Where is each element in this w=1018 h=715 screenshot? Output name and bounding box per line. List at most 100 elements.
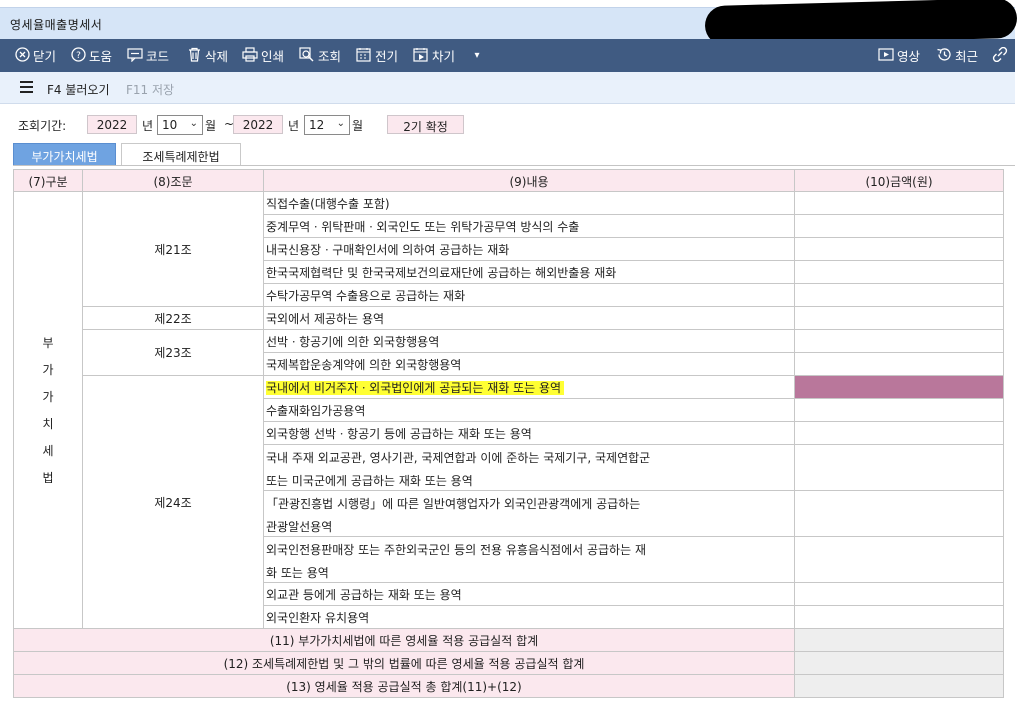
content-row: 외국인환자 유치용역 — [263, 605, 795, 629]
category-char: 가 — [42, 363, 54, 377]
content-row: 「관광진흥법 시행령」에 따른 일반여행업자가 외국인관광객에게 공급하는 관광… — [263, 490, 795, 537]
to-month-select[interactable]: 12 ⌄ — [304, 115, 350, 135]
help-label: 도움 — [89, 49, 113, 64]
amount-input-selected[interactable] — [794, 375, 1004, 399]
video-label: 영상 — [897, 49, 921, 64]
article-24: 제24조 — [82, 375, 264, 629]
amount-input[interactable] — [794, 490, 1004, 537]
category-char: 법 — [42, 471, 54, 485]
header-content: (9)내용 — [263, 169, 795, 192]
transfer-icon — [356, 47, 372, 65]
total-row-12-label: (12) 조세특례제한법 및 그 밖의 법률에 따른 영세율 적용 공급실적 합… — [13, 651, 795, 675]
code-label: 코드 — [146, 49, 170, 64]
content-row: 국내 주재 외교공관, 영사기관, 국제연합과 이에 준하는 국제기구, 국제연… — [263, 444, 795, 491]
article-23: 제23조 — [82, 329, 264, 376]
content-row: 수탁가공무역 수출용으로 공급하는 재화 — [263, 283, 795, 307]
tab-divider — [13, 165, 1015, 166]
article-21: 제21조 — [82, 191, 264, 307]
content-row: 직접수출(대행수출 포함) — [263, 191, 795, 215]
help-button[interactable]: ? 도움 — [70, 39, 112, 72]
amount-input[interactable] — [794, 352, 1004, 376]
year-unit: 년 — [142, 119, 154, 133]
chevron-down-icon: ▾ — [474, 49, 480, 61]
to-year-input[interactable]: 2022 — [233, 115, 283, 134]
search-button[interactable]: 조회 — [299, 39, 341, 72]
content-row: 수출재화임가공용역 — [263, 398, 795, 422]
amount-input[interactable] — [794, 398, 1004, 422]
more-dropdown[interactable]: ▾ — [469, 39, 485, 72]
menu-icon[interactable] — [20, 81, 33, 93]
amount-input[interactable] — [794, 605, 1004, 629]
category-label: 부 가 가 치 세 법 — [42, 334, 53, 486]
toolbar: 닫기 ? 도움 코드 삭제 인쇄 조회 전기 차기 ▾ 영상 최근 — [0, 39, 1015, 72]
amount-input[interactable] — [794, 306, 1004, 330]
print-label: 인쇄 — [261, 49, 285, 64]
close-button[interactable]: 닫기 — [14, 39, 56, 72]
content-row-highlighted: 국내에서 비거주자ㆍ외국법인에게 공급되는 재화 또는 용역 — [263, 375, 795, 399]
load-button[interactable]: F4 불러오기 — [47, 81, 110, 98]
print-icon — [242, 46, 258, 65]
category-char: 부 — [42, 336, 54, 350]
delete-label: 삭제 — [205, 49, 229, 64]
print-button[interactable]: 인쇄 — [242, 39, 284, 72]
next-icon — [413, 47, 429, 65]
amount-input[interactable] — [794, 329, 1004, 353]
amount-input[interactable] — [794, 582, 1004, 606]
month-unit: 월 — [205, 119, 217, 133]
content-row: 중계무역ㆍ위탁판매ㆍ외국인도 또는 위탁가공무역 방식의 수출 — [263, 214, 795, 238]
chevron-down-icon: ⌄ — [189, 118, 198, 129]
amount-input[interactable] — [794, 283, 1004, 307]
window-title: 영세율매출명세서 — [10, 18, 103, 32]
code-icon — [127, 47, 143, 65]
amount-input[interactable] — [794, 536, 1004, 583]
close-label: 닫기 — [33, 49, 57, 64]
category-char: 치 — [42, 417, 54, 431]
header-category: (7)구분 — [13, 169, 83, 192]
content-row: 외국항행 선박ㆍ항공기 등에 공급하는 재화 또는 용역 — [263, 421, 795, 445]
header-article: (8)조문 — [82, 169, 264, 192]
period-filter: 조회기간: 2022 년 10 ⌄ 월 ~ 2022 년 12 ⌄ 월 2기 확… — [0, 115, 1015, 135]
previous-period-button[interactable]: 전기 — [356, 39, 398, 72]
from-month-select[interactable]: 10 ⌄ — [157, 115, 203, 135]
from-month-value: 10 — [162, 118, 178, 132]
header-amount: (10)금액(원) — [794, 169, 1004, 192]
link-button[interactable] — [992, 39, 1008, 72]
content-row: 한국국제협력단 및 한국국제보건의료재단에 공급하는 해외반출용 재화 — [263, 260, 795, 284]
command-bar: F4 불러오기 F11 저장 — [0, 72, 1015, 104]
total-row-11-label: (11) 부가가치세법에 따른 영세율 적용 공급실적 합계 — [13, 628, 795, 652]
zero-rate-sales-table: (7)구분 (8)조문 (9)내용 (10)금액(원) 부 가 가 치 세 법 … — [13, 169, 1004, 699]
year-unit: 년 — [288, 119, 300, 133]
amount-input[interactable] — [794, 214, 1004, 238]
link-icon — [992, 46, 1008, 65]
period-label: 조회기간: — [18, 119, 67, 133]
recent-icon — [936, 47, 952, 65]
highlighted-text: 국내에서 비거주자ㆍ외국법인에게 공급되는 재화 또는 용역 — [266, 381, 565, 395]
total-row-11-amount — [794, 628, 1004, 652]
amount-input[interactable] — [794, 191, 1004, 215]
period-confirm-field[interactable]: 2기 확정 — [387, 115, 464, 134]
amount-input[interactable] — [794, 444, 1004, 491]
amount-input[interactable] — [794, 260, 1004, 284]
previous-period-label: 전기 — [375, 49, 399, 64]
tab-special-tax-act[interactable]: 조세특례제한법 — [121, 143, 241, 166]
amount-input[interactable] — [794, 421, 1004, 445]
next-period-button[interactable]: 차기 — [413, 39, 455, 72]
search-icon — [299, 46, 315, 65]
total-row-13-label: (13) 영세율 적용 공급실적 총 합계(11)+(12) — [13, 674, 795, 698]
tab-vat-act[interactable]: 부가가치세법 — [13, 143, 116, 166]
save-button[interactable]: F11 저장 — [126, 81, 174, 98]
category-char: 세 — [42, 444, 54, 458]
from-year-input[interactable]: 2022 — [87, 115, 137, 134]
total-row-12-amount — [794, 651, 1004, 675]
delete-icon — [186, 47, 202, 65]
month-unit: 월 — [352, 119, 364, 133]
content-row: 선박ㆍ항공기에 의한 외국항행용역 — [263, 329, 795, 353]
content-row: 국외에서 제공하는 용역 — [263, 306, 795, 330]
delete-button[interactable]: 삭제 — [186, 39, 228, 72]
category-char: 가 — [42, 390, 54, 404]
video-button[interactable]: 영상 — [878, 39, 920, 72]
amount-input[interactable] — [794, 237, 1004, 261]
code-button[interactable]: 코드 — [127, 39, 169, 72]
recent-button[interactable]: 최근 — [936, 39, 978, 72]
next-period-label: 차기 — [432, 49, 456, 64]
